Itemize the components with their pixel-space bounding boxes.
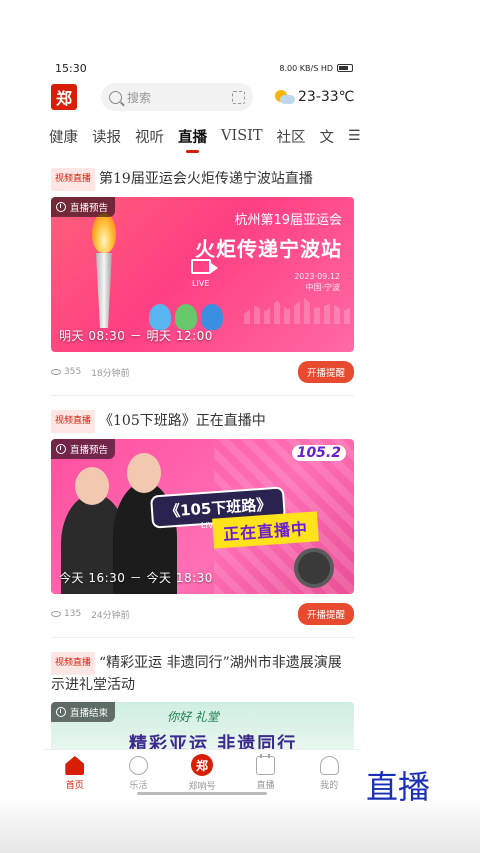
view-count: 355 [64,367,82,377]
phone-screen: 15:30 8.00 KB/S HD 郑 搜索 23-33℃ 健康 读报 视听 … [43,52,361,797]
status-bar: 15:30 8.00 KB/S HD [55,60,353,76]
live-thumbnail[interactable]: 你好 礼堂 精彩亚运 非遗同行 直播结束 [51,702,354,752]
live-status-badge: 直播结束 [51,702,116,722]
network-speed: 8.00 KB/S HD [279,63,333,73]
video-live-tag: 视频直播 [51,410,96,433]
status-time: 15:30 [55,61,87,75]
live-status-badge: 直播预告 [51,197,116,217]
card-title-text: 《105下班路》正在直播中 [99,413,266,429]
live-thumbnail[interactable]: 杭州第19届亚运会 火炬传递宁波站 LIVE 2023·09.12 中国·宁波 直… [51,197,354,352]
weather-temp: 23-33℃ [298,89,355,105]
zheng-logo-icon: 郑 [190,754,213,776]
bottom-nav-mine[interactable]: 我的 [304,756,354,791]
tab-live[interactable]: 直播 [178,126,207,153]
home-indicator [137,792,267,795]
views-icon [51,611,61,617]
bottom-nav-label: 首页 [65,781,84,791]
battery-icon [337,64,353,72]
caption-label: 直播 [366,768,431,806]
bottom-nav-label: 我的 [320,781,339,791]
card-title[interactable]: 视频直播 第19届亚运会火炬传递宁波站直播 [51,168,354,191]
views-icon [51,369,61,375]
video-live-tag: 视频直播 [51,168,96,191]
live-thumbnail[interactable]: 105.2 《105下班路》 LIVE 正在直播中 直播预告 今天 16:30 … [51,439,354,594]
host-head [127,453,161,493]
card-title[interactable]: 视频直播 “精彩亚运 非遗同行”湖州市非遗展演展示进礼堂活动 [51,652,354,696]
bottom-nav-lehuo[interactable]: 乐活 [113,756,163,791]
menu-icon[interactable]: ☰ [348,128,361,144]
tab-visit[interactable]: VISIT [221,128,263,144]
live-status-badge: 直播预告 [51,439,116,459]
host-head [75,467,109,505]
bottom-nav-home[interactable]: 首页 [50,756,100,791]
city-skyline [244,298,354,324]
tab-newspaper[interactable]: 读报 [92,126,121,147]
search-placeholder: 搜索 [127,90,152,105]
banner-subtitle: 你好 礼堂 [167,710,219,724]
bottom-nav-live[interactable]: 直播 [241,754,291,791]
live-time-range: 明天 08:30 － 明天 12:00 [59,329,213,343]
remind-button[interactable]: 开播提醒 [297,361,354,383]
top-bar: 郑 搜索 23-33℃ [51,82,355,112]
user-icon [319,756,339,775]
partly-cloudy-icon [275,90,295,104]
video-live-tag: 视频直播 [51,652,96,675]
search-icon [109,90,122,104]
tab-health[interactable]: 健康 [49,126,78,147]
post-time: 18分钟前 [91,368,130,379]
card-title[interactable]: 视频直播 《105下班路》正在直播中 [51,410,354,433]
chat-icon [128,756,148,775]
clock-icon [56,202,66,212]
remind-button[interactable]: 开播提醒 [297,603,354,625]
banner-subtitle: 杭州第19届亚运会 [234,213,342,228]
live-card[interactable]: 视频直播 “精彩亚运 非遗同行”湖州市非遗展演展示进礼堂活动 你好 礼堂 精彩亚运… [51,652,354,752]
app-logo[interactable]: 郑 [51,84,77,110]
torch-image [89,213,119,328]
bottom-nav-label: 郑响号 [188,782,216,792]
live-card[interactable]: 视频直播 第19届亚运会火炬传递宁波站直播 杭州第19届亚运会 火炬传递宁波站 L… [51,168,354,396]
view-count: 135 [64,609,82,619]
banner-date-place: 2023·09.12 中国·宁波 [294,272,340,292]
bottom-nav-label: 直播 [256,781,275,791]
divider [51,395,354,396]
home-icon [65,756,85,775]
clock-icon [56,707,66,717]
tab-community[interactable]: 社区 [277,126,306,147]
speaker-icon [294,548,334,588]
card-meta: 355 18分钟前 开播提醒 [51,361,354,383]
card-meta: 135 24分钟前 开播提醒 [51,603,354,625]
category-nav: 健康 读报 视听 直播 VISIT 社区 文 ☰ [49,122,361,153]
divider [51,637,354,638]
post-time: 24分钟前 [91,610,130,621]
scan-icon[interactable] [232,90,245,104]
clock-icon [56,444,66,454]
banner-live-text: LIVE [192,279,210,288]
tab-culture[interactable]: 文 [320,126,335,147]
bottom-nav: 首页 乐活 郑 郑响号 直播 我的 [43,749,361,797]
video-camera-icon [191,259,218,274]
card-title-text: 第19届亚运会火炬传递宁波站直播 [99,171,313,187]
live-time-range: 今天 16:30 － 今天 18:30 [59,571,213,585]
bottom-nav-zhengxianghao[interactable]: 郑 郑响号 [177,754,227,792]
bottom-nav-label: 乐活 [129,781,148,791]
status-icons: 8.00 KB/S HD [279,64,353,73]
tab-video[interactable]: 视听 [135,126,164,147]
live-card[interactable]: 视频直播 《105下班路》正在直播中 105.2 《105下班路》 LIVE 正在… [51,410,354,638]
search-bar[interactable]: 搜索 [101,83,253,111]
calendar-icon [256,754,276,775]
weather-widget[interactable]: 23-33℃ [275,89,354,105]
banner-title: 火炬传递宁波站 [195,237,342,261]
radio-logo: 105.2 [291,445,346,461]
